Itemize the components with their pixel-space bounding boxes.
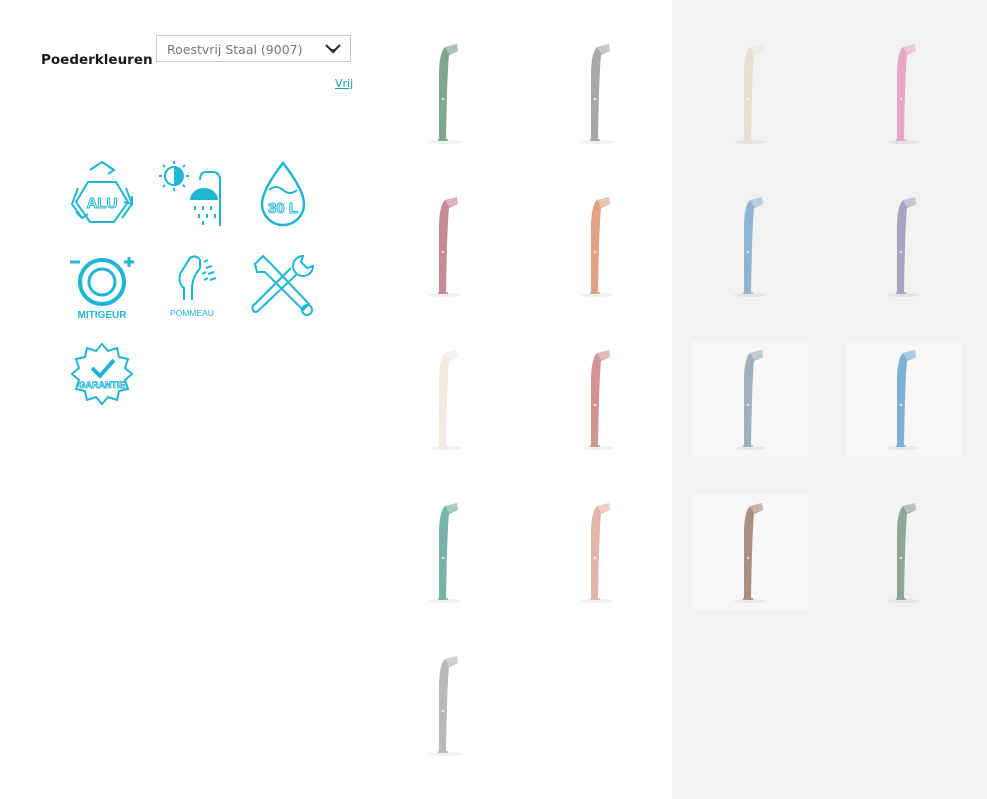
shower-product-image [581,44,613,144]
shower-product-image [429,656,461,756]
shower-product-image [734,44,766,144]
shower-product-image [734,503,766,603]
shower-product-image [581,350,613,450]
color-swatch[interactable] [539,494,655,610]
feature-shower-head: POMMEAU [166,254,224,322]
chevron-down-icon [325,44,341,54]
color-swatch[interactable] [692,35,808,151]
color-swatch[interactable] [539,341,655,457]
shower-product-image [887,350,919,450]
color-swatch[interactable] [387,647,503,763]
feature-solar-shower [158,160,228,228]
shower-product-image [429,197,461,297]
color-swatch[interactable] [845,188,961,304]
shower-product-image [887,44,919,144]
color-swatch[interactable] [387,341,503,457]
mixer-icon: MITIGEUR [70,257,134,321]
shower-head-text: POMMEAU [170,308,214,318]
filter-label: Poederkleuren [41,52,153,68]
feature-guarantee: GARANTIE [68,342,136,410]
shower-product-image [734,350,766,450]
feature-mixer: MITIGEUR [68,254,138,322]
shower-product-image [429,44,461,144]
color-swatch[interactable] [845,494,961,610]
shower-product-image [429,350,461,450]
color-swatch[interactable] [539,35,655,151]
feature-alu: ALU [68,160,136,228]
feature-tools [249,252,317,318]
color-select[interactable]: Roestvrij Staal (9007) [156,35,351,62]
shower-product-image [887,503,919,603]
shower-product-image [734,197,766,297]
alu-recycle-icon: ALU [70,160,134,223]
color-swatch[interactable] [845,35,961,151]
shower-head-icon: POMMEAU [170,255,217,318]
tools-icon [251,254,315,316]
color-swatch[interactable] [539,188,655,304]
solar-shower-icon [159,161,221,226]
color-swatch[interactable] [692,494,808,610]
reset-link[interactable]: Vrij [335,77,353,90]
color-swatch[interactable] [692,188,808,304]
color-swatch[interactable] [692,341,808,457]
guarantee-text: GARANTIE [79,380,126,390]
30l-text: 30 L [268,200,298,217]
color-swatch[interactable] [387,494,503,610]
shower-product-image [887,197,919,297]
shower-product-image [429,503,461,603]
water-drop-30l-icon: 30 L [260,160,306,227]
guarantee-badge-icon: GARANTIE [70,342,134,406]
alu-text: ALU [87,195,118,212]
feature-30l: 30 L [256,160,310,230]
shower-product-image [581,503,613,603]
shower-product-image [581,197,613,297]
color-swatch[interactable] [845,341,961,457]
mixer-text: MITIGEUR [78,310,128,321]
color-swatch[interactable] [387,188,503,304]
color-select-value: Roestvrij Staal (9007) [167,42,303,57]
color-swatch[interactable] [387,35,503,151]
